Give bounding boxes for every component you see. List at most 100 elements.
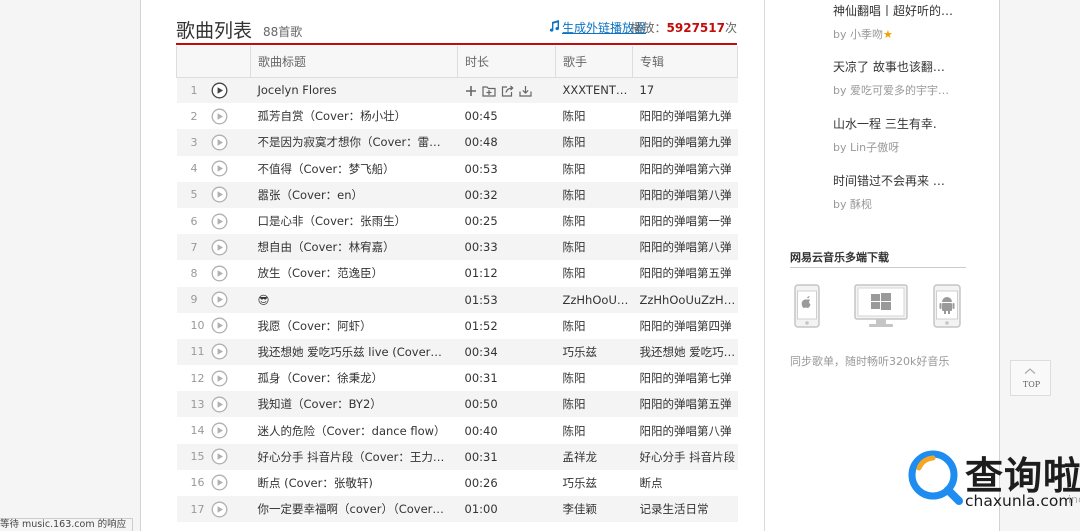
add-to-playlist-icon[interactable] xyxy=(481,85,496,97)
song-title[interactable]: 不是因为寂寞才想你（Cover：雷… xyxy=(250,129,458,156)
play-cell[interactable] xyxy=(210,391,251,418)
playlist-card-author[interactable]: by Lin子傲呀 xyxy=(833,139,973,155)
song-title[interactable]: 我愿（Cover：阿虾） xyxy=(251,313,458,339)
song-artist[interactable]: 陈阳 xyxy=(556,208,633,234)
android-icon[interactable] xyxy=(933,284,961,331)
playlist-card-author[interactable]: by 爱吃可爱多的宇宇… xyxy=(833,82,973,98)
windows-icon[interactable] xyxy=(854,284,908,331)
add-icon[interactable] xyxy=(465,85,477,97)
playlist-card[interactable]: 时间错过不会再来 … by 酥枧 xyxy=(833,172,973,212)
song-title[interactable]: 嚣张（Cover：en） xyxy=(250,181,458,208)
play-icon[interactable] xyxy=(211,82,228,99)
song-album[interactable]: 阳阳的弹唱第一弹 xyxy=(633,208,738,234)
song-row[interactable]: 6 口是心非（Cover：张雨生） 00:25 陈阳 阳阳的弹唱第一弹 xyxy=(177,208,738,234)
play-cell[interactable] xyxy=(210,234,251,261)
song-artist[interactable]: 陈阳 xyxy=(555,181,633,208)
back-to-top-button[interactable]: TOP xyxy=(1010,360,1051,396)
apple-icon[interactable] xyxy=(794,284,820,331)
song-artist[interactable]: 陈阳 xyxy=(556,103,633,129)
play-icon[interactable] xyxy=(211,213,228,230)
song-row[interactable]: 11 我还想她 爱吃巧乐兹 live (Cover… 00:34 巧乐兹 我还想她 爱吃… xyxy=(176,338,738,366)
play-cell[interactable] xyxy=(211,470,251,496)
song-artist[interactable]: 陈阳 xyxy=(556,260,633,286)
song-artist[interactable]: 陈阳 xyxy=(556,417,633,443)
play-cell[interactable] xyxy=(211,208,251,234)
song-title[interactable]: 😎 xyxy=(250,286,458,313)
song-album[interactable]: 阳阳的弹唱第五弹 xyxy=(632,391,738,418)
song-artist[interactable]: 陈阳 xyxy=(555,391,633,418)
song-album[interactable]: 阳阳的弹唱第九弹 xyxy=(632,129,738,156)
song-artist[interactable]: 陈阳 xyxy=(556,313,633,339)
song-album[interactable]: 17 xyxy=(632,77,738,104)
song-album[interactable]: 阳阳的弹唱第九弹 xyxy=(633,103,738,129)
song-row[interactable]: 17 你一定要幸福啊（cover）（Cover… 01:00 李佳颖 记录生活日常 xyxy=(176,496,738,523)
song-artist[interactable]: 陈阳 xyxy=(555,129,633,156)
song-artist[interactable]: 孟祥龙 xyxy=(555,443,633,470)
song-row[interactable]: 8 放生（Cover：范逸臣） 01:12 陈阳 阳阳的弹唱第五弹 xyxy=(177,260,738,286)
play-icon[interactable] xyxy=(211,239,228,256)
song-artist[interactable]: 巧乐兹 xyxy=(556,470,633,496)
play-cell[interactable] xyxy=(211,103,251,129)
play-icon[interactable] xyxy=(211,370,228,387)
play-icon[interactable] xyxy=(211,422,228,439)
song-title[interactable]: 我知道（Cover：BY2） xyxy=(250,391,458,418)
share-icon[interactable] xyxy=(501,85,514,97)
song-album[interactable]: 阳阳的弹唱第六弹 xyxy=(633,156,738,182)
playlist-card-title[interactable]: 天凉了 故事也该翻… xyxy=(833,58,973,75)
song-album[interactable]: 阳阳的弹唱第八弹 xyxy=(632,234,738,261)
play-icon[interactable] xyxy=(211,108,228,125)
playlist-card-title[interactable]: 山水一程 三生有幸. xyxy=(833,115,973,132)
song-row[interactable]: 12 孤身（Cover：徐秉龙） 00:31 陈阳 阳阳的弹唱第七弹 xyxy=(177,365,738,391)
song-artist[interactable]: 陈阳 xyxy=(556,156,633,182)
play-icon[interactable] xyxy=(211,186,228,203)
play-icon[interactable] xyxy=(211,474,228,491)
play-icon[interactable] xyxy=(211,448,228,465)
song-row[interactable]: 15 好心分手 抖音片段（Cover：王力… 00:31 孟祥龙 好心分手 抖音片段 xyxy=(176,443,738,470)
play-icon[interactable] xyxy=(211,501,228,518)
song-row[interactable]: 2 孤芳自赏（Cover：杨小壮） 00:45 陈阳 阳阳的弹唱第九弹 xyxy=(177,103,738,129)
play-cell[interactable] xyxy=(210,286,251,313)
song-album[interactable]: 阳阳的弹唱第八弹 xyxy=(633,417,738,443)
song-title[interactable]: 孤芳自赏（Cover：杨小壮） xyxy=(251,103,458,129)
song-artist[interactable]: 李佳颖 xyxy=(555,496,633,523)
song-artist[interactable]: 陈阳 xyxy=(556,365,633,391)
play-cell[interactable] xyxy=(210,77,251,104)
song-album[interactable]: 我还想她 爱吃巧… xyxy=(632,338,738,366)
play-cell[interactable] xyxy=(211,313,251,339)
song-title[interactable]: Jocelyn Flores xyxy=(250,77,458,104)
playlist-card-author[interactable]: by 小季吻★ xyxy=(833,26,973,42)
play-cell[interactable] xyxy=(211,417,251,443)
play-icon[interactable] xyxy=(211,317,228,334)
song-album[interactable]: 断点 xyxy=(633,470,738,496)
song-album[interactable]: 阳阳的弹唱第八弹 xyxy=(632,181,738,208)
playlist-card-author[interactable]: by 酥枧 xyxy=(833,196,973,212)
play-icon[interactable] xyxy=(211,160,228,177)
song-row[interactable]: 10 我愿（Cover：阿虾） 01:52 陈阳 阳阳的弹唱第四弹 xyxy=(177,313,738,339)
song-row[interactable]: 4 不值得（Cover：梦飞船） 00:53 陈阳 阳阳的弹唱第六弹 xyxy=(177,156,738,182)
play-icon[interactable] xyxy=(211,396,228,413)
play-cell[interactable] xyxy=(211,260,251,286)
play-cell[interactable] xyxy=(210,129,251,156)
song-row[interactable]: 14 迷人的危险（Cover：dance flow） 00:40 陈阳 阳阳的弹唱第八弹 xyxy=(177,417,738,443)
song-album[interactable]: ZzHhOoUuZzHh… xyxy=(632,286,738,313)
song-row[interactable]: 7 想自由（Cover：林宥嘉） 00:33 陈阳 阳阳的弹唱第八弹 xyxy=(176,234,738,261)
play-cell[interactable] xyxy=(210,338,251,366)
play-cell[interactable] xyxy=(210,181,251,208)
song-artist[interactable]: 巧乐兹 xyxy=(555,338,633,366)
playlist-card-author-name[interactable]: by 小季吻 xyxy=(833,28,883,41)
play-icon[interactable] xyxy=(211,343,228,360)
song-title[interactable]: 我还想她 爱吃巧乐兹 live (Cover… xyxy=(250,338,458,366)
song-row[interactable]: 9 😎 01:53 ZzHhOoU… ZzHhOoUuZzHh… xyxy=(176,286,738,313)
song-title[interactable]: 不值得（Cover：梦飞船） xyxy=(251,156,458,182)
song-title[interactable]: 迷人的危险（Cover：dance flow） xyxy=(251,417,458,443)
playlist-card-title[interactable]: 神仙翻唱丨超好听的… xyxy=(833,2,973,19)
song-row[interactable]: 5 嚣张（Cover：en） 00:32 陈阳 阳阳的弹唱第八弹 xyxy=(176,181,738,208)
download-icon[interactable] xyxy=(518,85,532,97)
play-cell[interactable] xyxy=(210,496,251,523)
song-album[interactable]: 阳阳的弹唱第四弹 xyxy=(633,313,738,339)
song-title[interactable]: 想自由（Cover：林宥嘉） xyxy=(250,234,458,261)
play-icon[interactable] xyxy=(211,134,228,151)
song-title[interactable]: 好心分手 抖音片段（Cover：王力… xyxy=(250,443,458,470)
song-row[interactable]: 16 断点 (Cover：张敬轩) 00:26 巧乐兹 断点 xyxy=(177,470,738,496)
song-row[interactable]: 13 我知道（Cover：BY2） 00:50 陈阳 阳阳的弹唱第五弹 xyxy=(176,391,738,418)
